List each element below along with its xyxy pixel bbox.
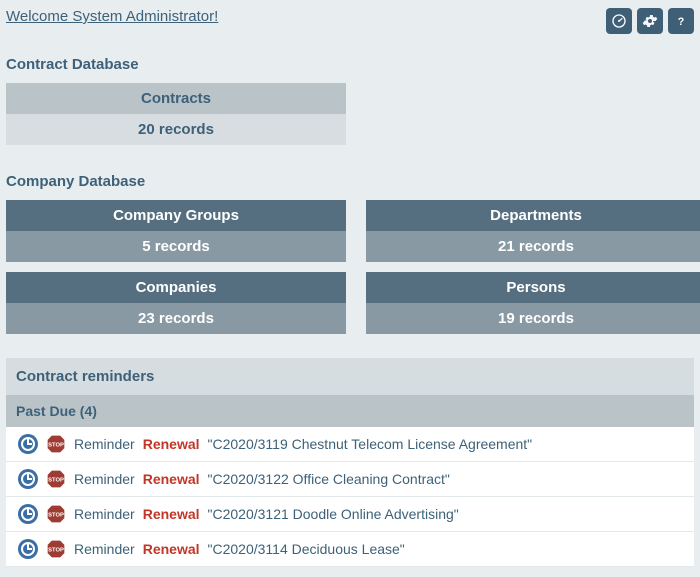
contract-db-row: Contracts 20 records (0, 83, 700, 155)
company-groups-tile-count: 5 records (6, 231, 346, 262)
reminder-type: Renewal (143, 471, 200, 487)
alarm-clock-icon (18, 469, 38, 489)
reminder-text: "C2020/3121 Doodle Online Advertising" (208, 506, 459, 522)
alarm-clock-icon (18, 434, 38, 454)
departments-tile-title: Departments (366, 200, 700, 231)
svg-text:STOP: STOP (48, 548, 64, 554)
topbar-icons: ? (606, 8, 694, 34)
reminder-type: Renewal (143, 436, 200, 452)
reminder-row[interactable]: STOP Reminder Renewal "C2020/3121 Doodle … (6, 497, 694, 532)
reminder-type: Renewal (143, 541, 200, 557)
past-due-header[interactable]: Past Due (4) (6, 395, 694, 427)
reminders-panel: Contract reminders Past Due (4) STOP Remi… (6, 358, 694, 567)
contract-database-heading: Contract Database (0, 38, 700, 83)
svg-text:?: ? (678, 16, 685, 28)
contracts-tile-count: 20 records (6, 114, 346, 145)
reminder-list: STOP Reminder Renewal "C2020/3119 Chestnu… (6, 427, 694, 567)
svg-text:STOP: STOP (48, 513, 64, 519)
reminder-row[interactable]: STOP Reminder Renewal "C2020/3119 Chestnu… (6, 427, 694, 462)
settings-button[interactable] (637, 8, 663, 34)
persons-tile-count: 19 records (366, 303, 700, 334)
gear-icon (642, 13, 658, 29)
contracts-tile-title: Contracts (6, 83, 346, 114)
dashboard-icon-button[interactable] (606, 8, 632, 34)
svg-text:STOP: STOP (48, 478, 64, 484)
reminder-text: "C2020/3122 Office Cleaning Contract" (208, 471, 450, 487)
topbar: Welcome System Administrator! ? (0, 0, 700, 38)
welcome-link[interactable]: Welcome System Administrator! (6, 8, 218, 25)
company-db-row-2: Companies 23 records Persons 19 records (0, 272, 700, 344)
companies-tile-count: 23 records (6, 303, 346, 334)
company-groups-tile-title: Company Groups (6, 200, 346, 231)
company-database-heading: Company Database (0, 155, 700, 200)
alarm-clock-icon (18, 539, 38, 559)
reminder-text: "C2020/3119 Chestnut Telecom License Agr… (208, 436, 533, 452)
persons-tile-title: Persons (366, 272, 700, 303)
help-button[interactable]: ? (668, 8, 694, 34)
departments-tile-count: 21 records (366, 231, 700, 262)
reminder-label: Reminder (74, 471, 135, 487)
reminder-type: Renewal (143, 506, 200, 522)
gauge-icon (611, 13, 627, 29)
reminder-label: Reminder (74, 506, 135, 522)
companies-tile[interactable]: Companies 23 records (6, 272, 346, 334)
reminder-row[interactable]: STOP Reminder Renewal "C2020/3114 Deciduo… (6, 532, 694, 567)
stop-sign-icon: STOP (46, 469, 66, 489)
svg-text:STOP: STOP (48, 443, 64, 449)
persons-tile[interactable]: Persons 19 records (366, 272, 700, 334)
reminder-label: Reminder (74, 436, 135, 452)
reminder-row[interactable]: STOP Reminder Renewal "C2020/3122 Office … (6, 462, 694, 497)
reminder-label: Reminder (74, 541, 135, 557)
departments-tile[interactable]: Departments 21 records (366, 200, 700, 262)
help-icon: ? (673, 13, 689, 29)
contracts-tile[interactable]: Contracts 20 records (6, 83, 346, 145)
stop-sign-icon: STOP (46, 434, 66, 454)
stop-sign-icon: STOP (46, 539, 66, 559)
company-db-row-1: Company Groups 5 records Departments 21 … (0, 200, 700, 272)
alarm-clock-icon (18, 504, 38, 524)
reminders-panel-title: Contract reminders (6, 358, 694, 395)
reminder-text: "C2020/3114 Deciduous Lease" (208, 541, 405, 557)
company-groups-tile[interactable]: Company Groups 5 records (6, 200, 346, 262)
companies-tile-title: Companies (6, 272, 346, 303)
stop-sign-icon: STOP (46, 504, 66, 524)
